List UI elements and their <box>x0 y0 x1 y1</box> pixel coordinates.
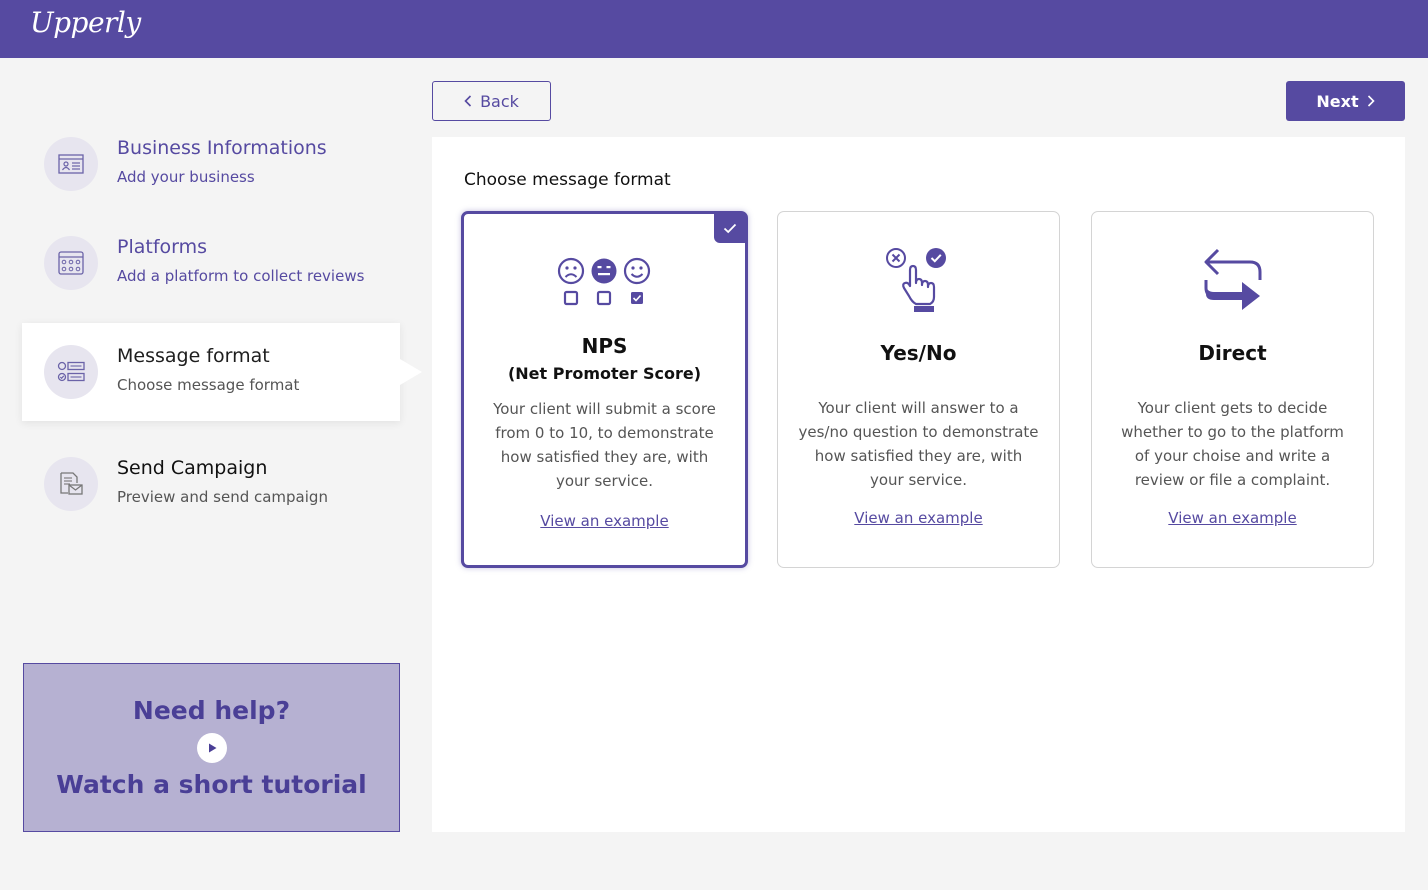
option-card-direct[interactable]: Direct Your client gets to decide whethe… <box>1091 211 1374 568</box>
option-description: Your client will answer to a yes/no ques… <box>798 399 1039 489</box>
step-title: Business Informations <box>117 137 327 159</box>
option-name: NPS <box>581 334 628 358</box>
top-bar: Upperly <box>0 0 1428 58</box>
help-subtitle[interactable]: Watch a short tutorial <box>24 770 399 799</box>
step-title: Message format <box>117 345 270 367</box>
main-panel: Choose message format NPS (Net Promoter … <box>432 137 1405 832</box>
hand-pointer-icon <box>778 246 1059 314</box>
option-description: Your client will submit a score from 0 t… <box>493 400 716 490</box>
next-label: Next <box>1316 91 1359 111</box>
back-button[interactable]: Back <box>432 81 551 121</box>
id-card-icon <box>44 137 98 191</box>
view-example-link[interactable]: View an example <box>1092 509 1373 527</box>
step-message-format[interactable]: Message format Choose message format <box>22 323 422 421</box>
chevron-right-icon <box>1367 92 1375 111</box>
step-platforms[interactable]: Platforms Add a platform to collect revi… <box>22 214 400 312</box>
page-title: Choose message format <box>464 170 671 190</box>
help-title: Need help? <box>132 696 291 725</box>
option-description: Your client gets to decide whether to go… <box>1121 399 1344 489</box>
option-name: Direct <box>1198 341 1267 365</box>
step-send-campaign[interactable]: Send Campaign Preview and send campaign <box>22 435 400 533</box>
help-tutorial-box[interactable]: Need help? Watch a short tutorial <box>23 663 400 832</box>
chevron-left-icon <box>464 92 472 111</box>
option-card-nps[interactable]: NPS (Net Promoter Score) Your client wil… <box>461 211 748 568</box>
step-title: Platforms <box>117 236 208 258</box>
swap-arrows-icon <box>1092 244 1373 310</box>
view-example-link[interactable]: View an example <box>464 512 745 530</box>
format-options-icon <box>44 345 98 399</box>
step-subtitle: Preview and send campaign <box>117 488 328 506</box>
step-business-informations[interactable]: Business Informations Add your business <box>22 115 400 213</box>
step-subtitle: Add a platform to collect reviews <box>117 267 365 285</box>
view-example-link[interactable]: View an example <box>778 509 1059 527</box>
send-document-icon <box>44 457 98 511</box>
play-icon[interactable] <box>197 733 227 763</box>
option-subname: (Net Promoter Score) <box>507 364 702 383</box>
active-step-pointer <box>400 359 422 385</box>
platform-grid-icon <box>44 236 98 290</box>
step-subtitle: Add your business <box>117 168 255 186</box>
option-name: Yes/No <box>880 341 957 365</box>
back-label: Back <box>480 91 519 111</box>
step-subtitle: Choose message format <box>117 376 300 394</box>
option-card-yes-no[interactable]: Yes/No Your client will answer to a yes/… <box>777 211 1060 568</box>
step-title: Send Campaign <box>117 457 268 479</box>
smiley-rating-icon <box>464 256 745 308</box>
check-icon <box>714 213 746 243</box>
next-button[interactable]: Next <box>1286 81 1405 121</box>
logo[interactable]: Upperly <box>30 6 141 39</box>
